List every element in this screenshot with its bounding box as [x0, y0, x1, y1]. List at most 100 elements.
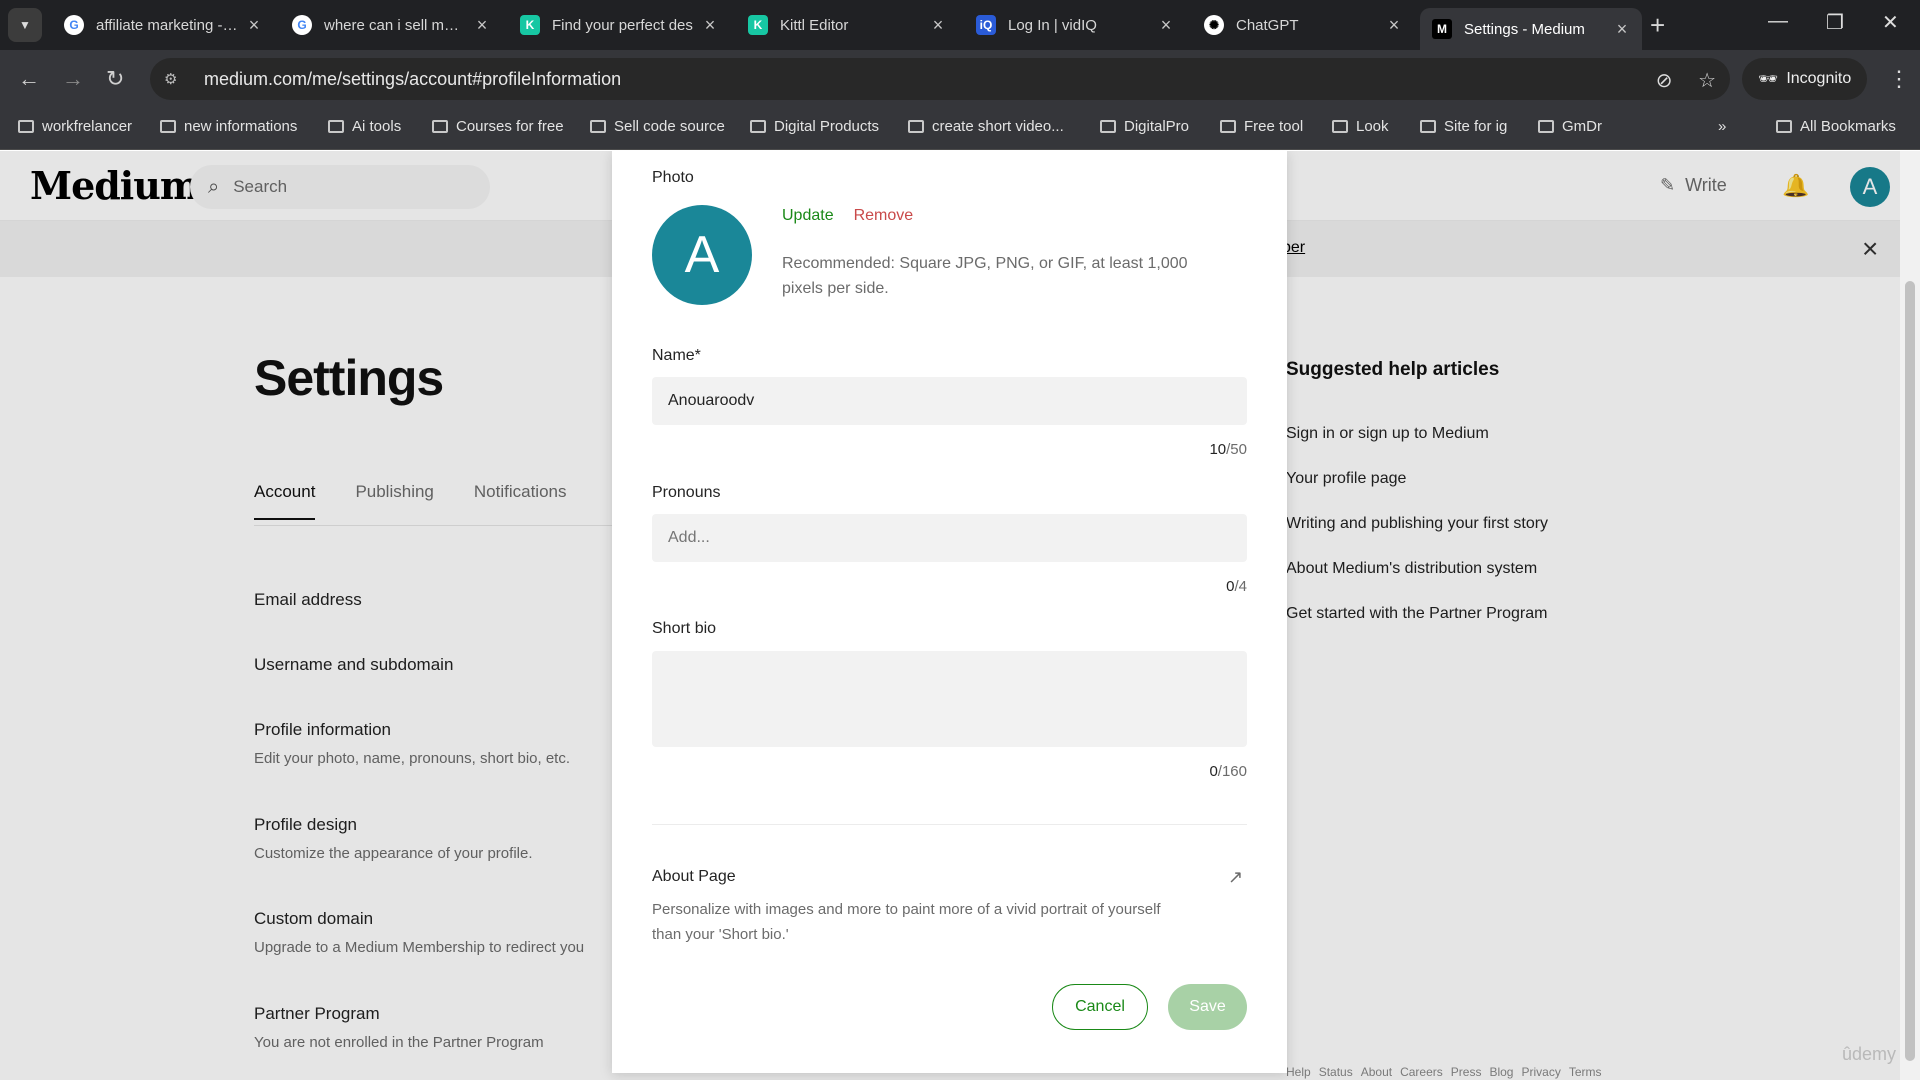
bookmark-folder[interactable]: Courses for free [432, 118, 564, 135]
close-icon[interactable]: × [1614, 19, 1630, 40]
close-icon[interactable]: × [246, 15, 262, 36]
bio-max: /160 [1217, 763, 1247, 780]
tab-title: Settings - Medium [1464, 20, 1585, 38]
bookmark-label: Ai tools [352, 118, 402, 135]
bookmarks-overflow-icon[interactable]: » [1718, 118, 1726, 135]
pronouns-max: /4 [1234, 578, 1247, 595]
name-count: 10 [1209, 441, 1227, 458]
browser-tab[interactable]: ✺ ChatGPT × [1192, 8, 1414, 42]
update-photo-button[interactable]: Update [782, 207, 834, 225]
external-link-icon[interactable]: ↗ [1228, 867, 1243, 888]
tab-title: Log In | vidIQ [1008, 16, 1097, 34]
vidiq-icon: iQ [976, 15, 996, 35]
name-label: Name* [652, 347, 701, 364]
udemy-watermark: ûdemy [1842, 1044, 1897, 1064]
kittl-icon: K [748, 15, 768, 35]
bookmark-label: Courses for free [456, 118, 564, 135]
browser-tab[interactable]: G affiliate marketing - G × [52, 8, 274, 42]
pronouns-char-counter: 0/4 [1226, 578, 1247, 595]
tab-title: affiliate marketing - G [96, 16, 238, 34]
bookmark-folder[interactable]: Site for ig [1420, 118, 1507, 135]
pronouns-label: Pronouns [652, 484, 721, 501]
close-icon[interactable]: × [930, 15, 946, 36]
tab-search-button[interactable]: ▼ [8, 8, 42, 42]
tab-title: where can i sell my ai [324, 16, 466, 34]
bookmark-folder[interactable]: create short video... [908, 118, 1064, 135]
forward-icon[interactable]: → [62, 66, 84, 92]
site-settings-icon[interactable]: ⚙ [164, 70, 194, 88]
page-scrollbar[interactable] [1900, 151, 1920, 1080]
bookmark-label: Sell code source [614, 118, 725, 135]
browser-tab[interactable]: iQ Log In | vidIQ × [964, 8, 1186, 42]
folder-icon [1538, 120, 1554, 133]
star-icon[interactable]: ☆ [1698, 70, 1716, 92]
short-bio-field[interactable] [652, 651, 1247, 747]
close-window-icon[interactable]: ✕ [1882, 10, 1899, 35]
medium-icon: M [1432, 19, 1452, 39]
save-button[interactable]: Save [1168, 984, 1247, 1030]
address-bar[interactable]: ⚙ medium.com/me/settings/account#profile… [150, 58, 1730, 100]
medium-page: Medium ⌕ Search ✎ Write 🔔 A ber × Settin… [0, 151, 1900, 1080]
profile-photo: A [652, 205, 752, 305]
name-max: /50 [1226, 441, 1247, 458]
bookmark-label: create short video... [932, 118, 1064, 135]
pronouns-field[interactable] [652, 514, 1247, 562]
remove-photo-button[interactable]: Remove [854, 207, 914, 225]
bookmark-folder[interactable]: GmDr [1538, 118, 1602, 135]
bookmark-label: DigitalPro [1124, 118, 1190, 135]
folder-icon [1332, 120, 1348, 133]
browser-menu-icon[interactable]: ⋮ [1888, 66, 1910, 92]
close-icon[interactable]: × [1386, 15, 1402, 36]
browser-tab[interactable]: K Kittl Editor × [736, 8, 958, 42]
all-bookmarks[interactable]: All Bookmarks [1776, 118, 1896, 135]
eye-off-icon[interactable]: ⊘ [1656, 70, 1673, 92]
bookmark-folder[interactable]: Ai tools [328, 118, 401, 135]
bookmark-folder[interactable]: Sell code source [590, 118, 725, 135]
bookmark-label: Look [1356, 118, 1389, 135]
bookmarks-bar: workfrelancer new informations Ai tools … [0, 108, 1920, 150]
name-field[interactable] [652, 377, 1247, 425]
section-divider [652, 824, 1247, 825]
new-tab-button[interactable]: + [1650, 10, 1665, 41]
minimize-icon[interactable]: — [1768, 10, 1788, 33]
openai-icon: ✺ [1204, 15, 1224, 35]
browser-toolbar: ← → ↻ ⚙ medium.com/me/settings/account#p… [0, 50, 1920, 108]
bookmark-folder[interactable]: DigitalPro [1100, 118, 1189, 135]
bookmark-folder[interactable]: Digital Products [750, 118, 879, 135]
bookmark-folder[interactable]: Free tool [1220, 118, 1303, 135]
incognito-badge[interactable]: 🕶 Incognito [1742, 58, 1868, 100]
cancel-button[interactable]: Cancel [1052, 984, 1148, 1030]
reload-icon[interactable]: ↻ [106, 66, 124, 92]
photo-hint: Recommended: Square JPG, PNG, or GIF, at… [782, 255, 1188, 297]
folder-icon [328, 120, 344, 133]
back-icon[interactable]: ← [18, 66, 40, 92]
bookmark-label: GmDr [1562, 118, 1602, 135]
scrollbar-thumb[interactable] [1905, 281, 1915, 1061]
google-icon: G [64, 15, 84, 35]
bookmark-folder[interactable]: Look [1332, 118, 1389, 135]
bookmark-folder[interactable]: new informations [160, 118, 297, 135]
close-icon[interactable]: × [702, 15, 718, 36]
browser-tab-active[interactable]: M Settings - Medium × [1420, 8, 1642, 50]
tab-title: ChatGPT [1236, 16, 1299, 34]
name-char-counter: 10/50 [1209, 441, 1247, 458]
incognito-label: Incognito [1786, 70, 1852, 87]
bio-char-counter: 0/160 [1209, 763, 1247, 780]
photo-actions: Update Remove [782, 207, 913, 225]
restore-icon[interactable]: ❐ [1826, 10, 1844, 35]
browser-tab-strip: ▼ G affiliate marketing - G × G where ca… [0, 0, 1920, 50]
browser-tab[interactable]: G where can i sell my ai × [280, 8, 502, 42]
tab-title: Kittl Editor [780, 16, 849, 34]
omnibox-actions: ⊘ ☆ [1656, 68, 1716, 93]
folder-icon [160, 120, 176, 133]
about-page-title[interactable]: About Page [652, 868, 736, 886]
close-icon[interactable]: × [1158, 15, 1174, 36]
bookmark-label: Site for ig [1444, 118, 1508, 135]
close-icon[interactable]: × [474, 15, 490, 36]
bookmark-label: Digital Products [774, 118, 880, 135]
browser-tab[interactable]: K Find your perfect des × [508, 8, 730, 42]
bookmark-label: workfrelancer [42, 118, 133, 135]
folder-icon [908, 120, 924, 133]
bookmark-folder[interactable]: workfrelancer [18, 118, 132, 135]
profile-information-dialog: Photo A Update Remove Recommended: Squar… [612, 151, 1287, 1073]
